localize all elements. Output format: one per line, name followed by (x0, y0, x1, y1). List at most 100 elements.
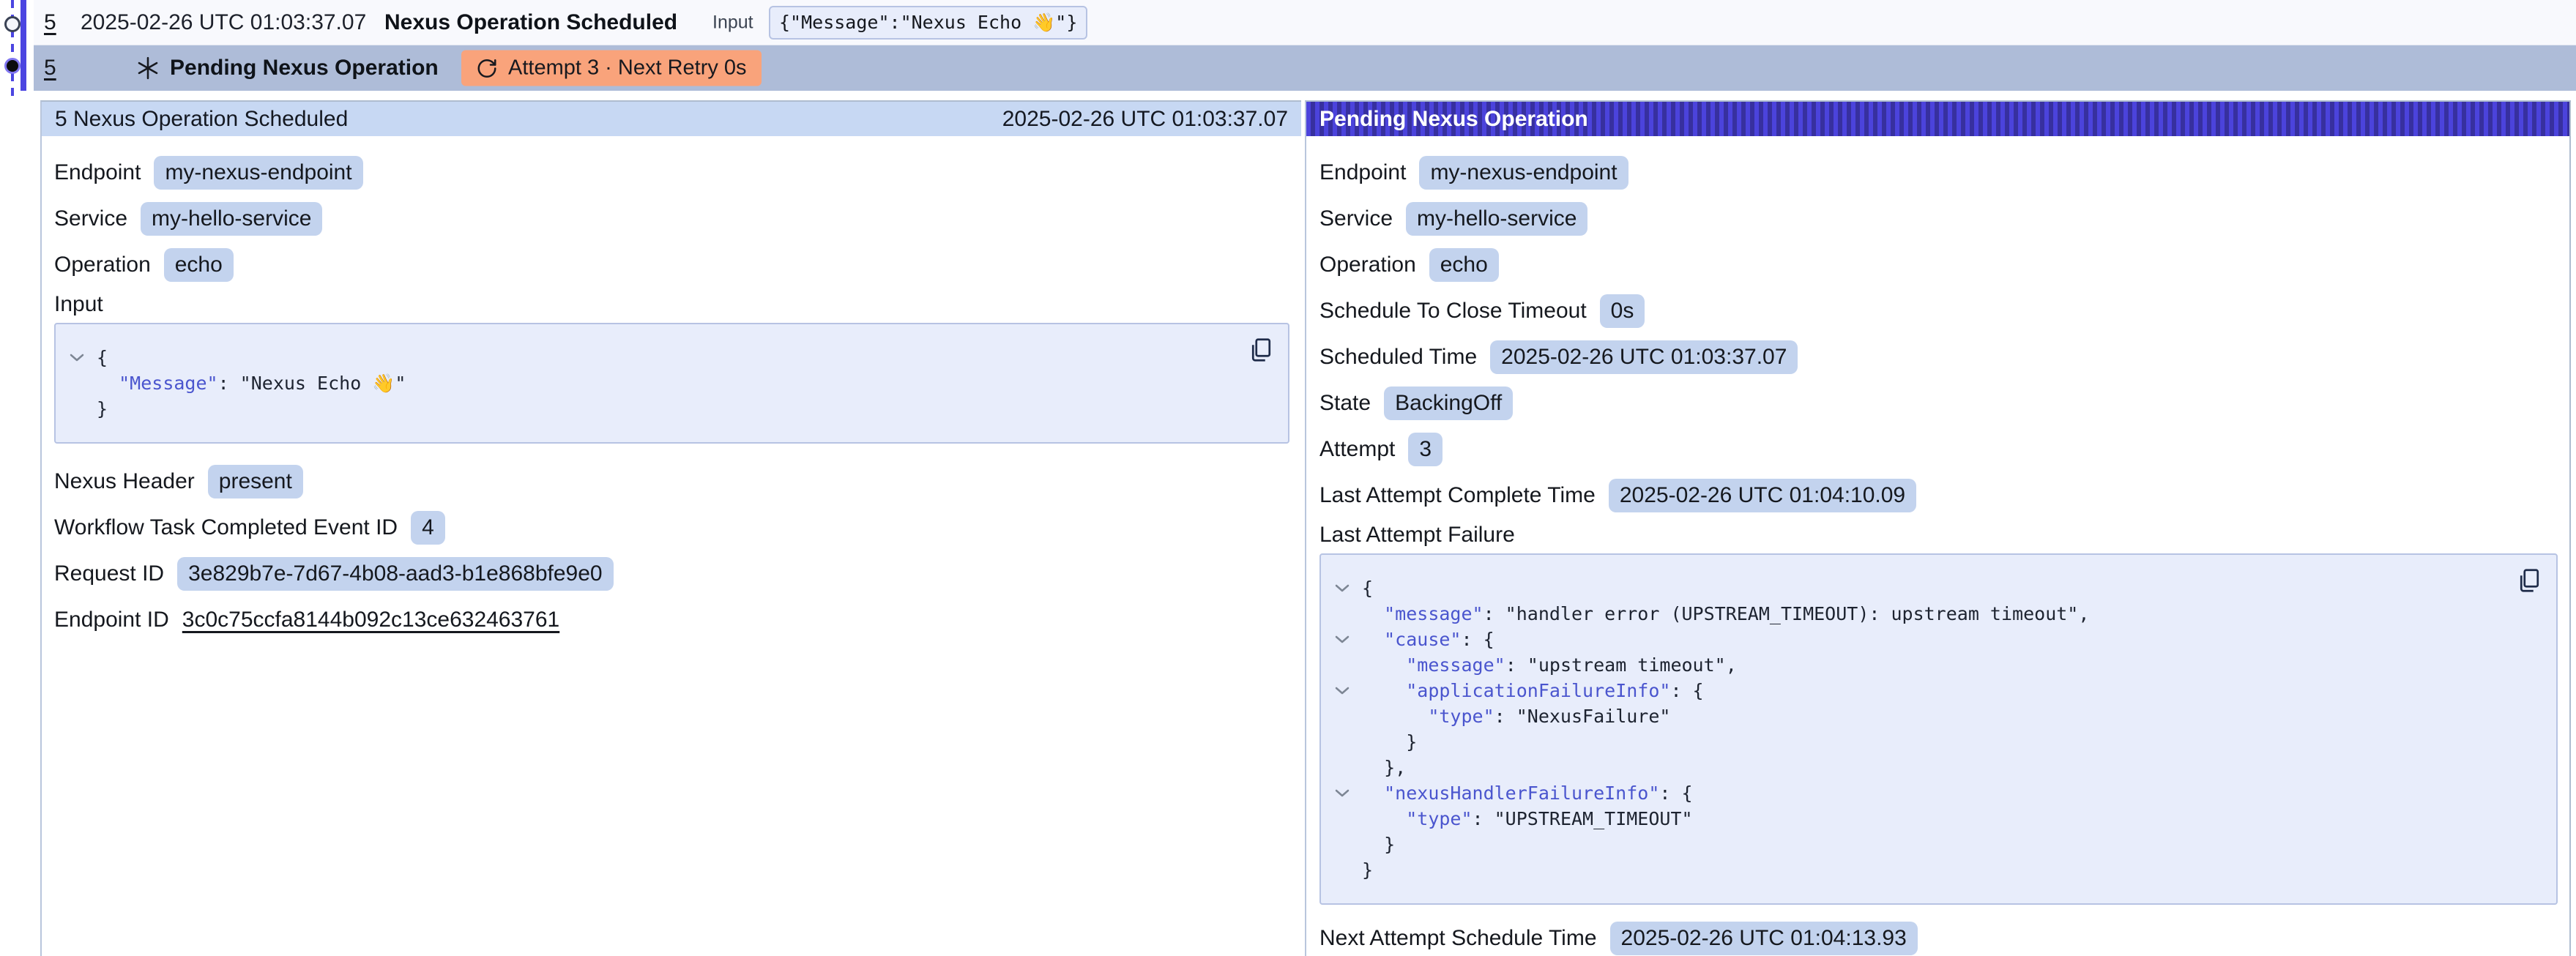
field-nexus-header: Nexus Header present (54, 458, 1289, 504)
json-line: "applicationFailureInfo": { (1331, 678, 2512, 703)
collapse-chevron-icon[interactable] (1331, 687, 1362, 695)
json-line-text: { (97, 347, 108, 368)
json-line: "nexusHandlerFailureInfo": { (1331, 780, 2512, 806)
json-line: } (1331, 729, 2512, 755)
panel-title: 5 Nexus Operation Scheduled (55, 107, 348, 132)
selected-event-indicator-bar (21, 0, 26, 91)
pending-operation-right-panel: Pending Nexus Operation Endpoint my-nexus… (1305, 100, 2571, 956)
field-value: echo (164, 248, 234, 282)
field-value: my-nexus-endpoint (154, 156, 362, 190)
field-label: State (1319, 391, 1371, 416)
json-line: "cause": { (1331, 627, 2512, 652)
workflow-history-screen: 5 2025-02-26 UTC 01:03:37.07 Nexus Opera… (0, 0, 2576, 956)
field-value: 2025-02-26 UTC 01:04:10.09 (1609, 479, 1916, 512)
field-value: my-hello-service (1406, 202, 1587, 236)
field-label: Endpoint (1319, 160, 1406, 185)
field-label: Workflow Task Completed Event ID (54, 515, 398, 540)
copy-button[interactable] (2514, 567, 2543, 596)
field-label: Last Attempt Complete Time (1319, 483, 1596, 508)
input-section-label: Input (54, 288, 1289, 321)
json-line: } (1331, 832, 2512, 857)
field-endpoint: Endpoint my-nexus-endpoint (54, 149, 1289, 195)
json-line: } (1331, 857, 2512, 883)
field-state: StateBackingOff (1319, 380, 2558, 426)
input-json-viewer: { "Message": "Nexus Echo 👋"} (54, 323, 1289, 444)
field-list-bottom: Next Attempt Schedule Time 2025-02-26 UTC… (1319, 915, 2558, 956)
json-line-text: "cause": { (1362, 629, 1494, 650)
field-operation: Operationecho (1319, 242, 2558, 288)
json-line: } (66, 396, 1244, 422)
failure-section-label: Last Attempt Failure (1319, 518, 2558, 552)
json-line-text: } (97, 398, 108, 419)
event-id-link[interactable]: 5 (44, 56, 56, 81)
field-attempt: Attempt3 (1319, 426, 2558, 472)
copy-button[interactable] (1246, 336, 1275, 365)
collapse-chevron-icon[interactable] (1331, 584, 1362, 593)
event-time: 2025-02-26 UTC 01:03:37.07 (81, 10, 366, 35)
field-endpoint-id: Endpoint ID3c0c75ccfa8144b092c13ce632463… (54, 597, 1289, 643)
field-label: Nexus Header (54, 469, 195, 494)
json-line-text: } (1362, 834, 1395, 855)
collapse-chevron-icon[interactable] (1331, 635, 1362, 644)
field-last-attempt-complete-time: Last Attempt Complete Time 2025-02-26 UTC… (1319, 472, 2558, 518)
field-scheduled-time: Scheduled Time 2025-02-26 UTC 01:03:37.07 (1319, 334, 2558, 380)
copy-icon (1247, 337, 1273, 365)
json-line-text: }, (1362, 757, 1406, 778)
panel-header-pending: Pending Nexus Operation (1306, 102, 2569, 136)
field-value: 2025-02-26 UTC 01:03:37.07 (1490, 340, 1798, 374)
panel-title: Pending Nexus Operation (1319, 107, 1588, 132)
input-preview-chip: {"Message":"Nexus Echo 👋"} (769, 6, 1087, 40)
field-label: Endpoint (54, 160, 141, 185)
event-title: Pending Nexus Operation (170, 56, 439, 81)
field-label: Operation (1319, 253, 1416, 277)
field-list-top: Endpoint my-nexus-endpoint Service my-hello… (1319, 149, 2558, 518)
retry-badge-label: Attempt 3 · Next Retry 0s (508, 56, 747, 81)
field-label: Schedule To Close Timeout (1319, 299, 1587, 324)
field-value-link[interactable]: 3c0c75ccfa8144b092c13ce632463761 (182, 608, 559, 632)
event-title: Nexus Operation Scheduled (384, 10, 677, 35)
json-line-text: "Message": "Nexus Echo 👋" (97, 373, 406, 395)
field-endpoint: Endpoint my-nexus-endpoint (1319, 149, 2558, 195)
event-id-link[interactable]: 5 (44, 10, 56, 35)
json-lines: { "Message": "Nexus Echo 👋"} (66, 345, 1244, 422)
json-line-text: { (1362, 578, 1373, 599)
field-label: Next Attempt Schedule Time (1319, 926, 1597, 951)
json-line: "type": "NexusFailure" (1331, 703, 2512, 729)
field-schedule-to-close-timeout: Schedule To Close Timeout 0s (1319, 288, 2558, 334)
field-value: my-hello-service (141, 202, 322, 236)
json-line-text: "applicationFailureInfo": { (1362, 680, 1704, 701)
field-value: 2025-02-26 UTC 01:04:13.93 (1610, 922, 1918, 955)
event-details-left-panel: 5 Nexus Operation Scheduled 2025-02-26 U… (40, 100, 1301, 956)
panel-body: Endpoint my-nexus-endpoint Servicemy-hello… (42, 136, 1301, 643)
field-value: my-nexus-endpoint (1419, 156, 1628, 190)
json-line-text: "message": "handler error (UPSTREAM_TIME… (1362, 603, 2089, 624)
pending-star-icon (135, 56, 160, 81)
field-service: Servicemy-hello-service (54, 195, 1289, 242)
event-row-scheduled[interactable]: 5 2025-02-26 UTC 01:03:37.07 Nexus Opera… (34, 0, 2576, 45)
timeline-marker-open-icon (4, 16, 21, 32)
timeline-dashed-line (11, 0, 14, 100)
collapse-chevron-icon[interactable] (66, 354, 97, 362)
json-lines: { "message": "handler error (UPSTREAM_TI… (1331, 575, 2512, 883)
event-input-label: Input (712, 12, 753, 33)
json-line-text: "nexusHandlerFailureInfo": { (1362, 783, 1693, 804)
field-service: Service my-hello-service (1319, 195, 2558, 242)
field-label: Service (1319, 206, 1393, 231)
retry-icon (476, 57, 498, 79)
json-line-text: "type": "UPSTREAM_TIMEOUT" (1362, 808, 1693, 829)
collapse-chevron-icon[interactable] (1331, 789, 1362, 798)
panel-header-scheduled: 5 Nexus Operation Scheduled 2025-02-26 U… (42, 102, 1301, 136)
field-value: 3e829b7e-7d67-4b08-aad3-b1e868bfe9e0 (177, 557, 614, 591)
json-line: "message": "upstream timeout", (1331, 652, 2512, 678)
json-line: "Message": "Nexus Echo 👋" (66, 370, 1244, 396)
field-label: Request ID (54, 561, 164, 586)
field-value: 0s (1600, 294, 1645, 328)
retry-badge: Attempt 3 · Next Retry 0s (461, 51, 762, 86)
json-line: }, (1331, 755, 2512, 780)
json-line: { (1331, 575, 2512, 601)
field-value: present (208, 465, 303, 498)
field-label: Scheduled Time (1319, 345, 1477, 370)
event-row-pending[interactable]: 5 Pending Nexus Operation Attempt 3 · Ne… (34, 45, 2576, 91)
event-rows: 5 2025-02-26 UTC 01:03:37.07 Nexus Opera… (34, 0, 2576, 91)
copy-icon (2515, 567, 2542, 596)
